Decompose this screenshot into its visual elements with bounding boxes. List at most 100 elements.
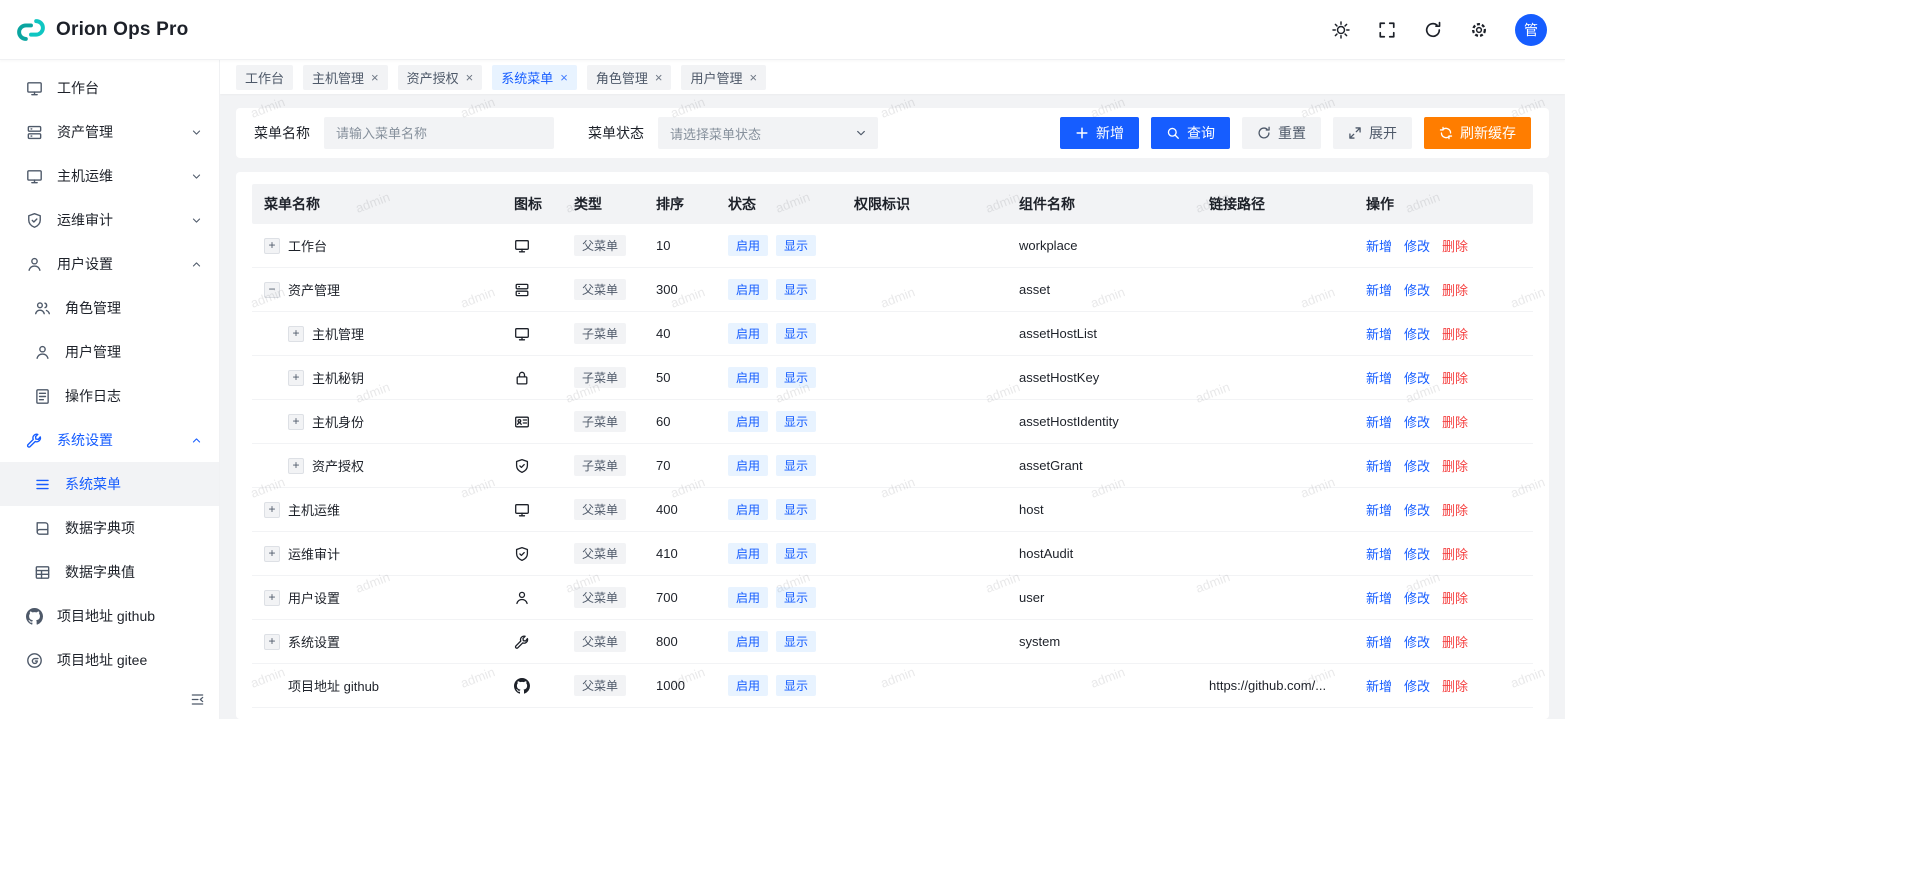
expand-row-toggle[interactable]: + (288, 326, 304, 342)
row-action-edit[interactable]: 修改 (1404, 280, 1430, 299)
refresh-cache-button[interactable]: 刷新缓存 (1424, 117, 1531, 149)
expand-row-toggle[interactable]: + (288, 414, 304, 430)
row-action-delete[interactable]: 删除 (1442, 632, 1468, 651)
row-action-edit[interactable]: 修改 (1404, 588, 1430, 607)
row-action-add[interactable]: 新增 (1366, 456, 1392, 475)
row-action-delete[interactable]: 删除 (1442, 412, 1468, 431)
menu-status-select[interactable]: 请选择菜单状态 (658, 117, 878, 149)
type-badge: 父菜单 (574, 631, 626, 652)
status-badge: 显示 (776, 323, 816, 344)
monitor-icon (514, 502, 530, 518)
row-action-edit[interactable]: 修改 (1404, 500, 1430, 519)
row-action-delete[interactable]: 删除 (1442, 368, 1468, 387)
sort-cell: 10 (644, 238, 716, 253)
row-action-edit[interactable]: 修改 (1404, 456, 1430, 475)
close-icon[interactable]: × (749, 71, 757, 84)
expand-row-toggle[interactable]: + (264, 238, 280, 254)
expand-row-toggle[interactable]: + (264, 590, 280, 606)
sidebar-item[interactable]: 用户管理 (0, 330, 219, 374)
row-action-edit[interactable]: 修改 (1404, 236, 1430, 255)
expand-row-toggle[interactable]: + (264, 546, 280, 562)
sidebar-item[interactable]: 运维审计 (0, 198, 219, 242)
reload-icon[interactable] (1423, 20, 1443, 40)
row-action-edit[interactable]: 修改 (1404, 324, 1430, 343)
close-icon[interactable]: × (371, 71, 379, 84)
sidebar-item[interactable]: 资产管理 (0, 110, 219, 154)
row-action-delete[interactable]: 删除 (1442, 324, 1468, 343)
row-action-add[interactable]: 新增 (1366, 324, 1392, 343)
tab-item[interactable]: 工作台 (236, 65, 293, 90)
table-row: +系统设置父菜单800启用显示system新增修改删除 (252, 620, 1533, 664)
collapse-sidebar-icon[interactable] (0, 679, 219, 719)
add-button-label: 新增 (1096, 123, 1124, 143)
row-action-add[interactable]: 新增 (1366, 588, 1392, 607)
sidebar-item[interactable]: 操作日志 (0, 374, 219, 418)
component-cell: user (1007, 590, 1197, 605)
main-content: 工作台主机管理×资产授权×系统菜单×角色管理×用户管理× 菜单名称 菜单状态 请… (220, 60, 1565, 719)
search-button[interactable]: 查询 (1151, 117, 1230, 149)
row-action-delete[interactable]: 删除 (1442, 676, 1468, 695)
row-action-delete[interactable]: 删除 (1442, 500, 1468, 519)
sidebar-item[interactable]: 数据字典值 (0, 550, 219, 594)
row-action-edit[interactable]: 修改 (1404, 368, 1430, 387)
status-badge: 显示 (776, 455, 816, 476)
row-action-delete[interactable]: 删除 (1442, 544, 1468, 563)
row-action-add[interactable]: 新增 (1366, 632, 1392, 651)
reset-button[interactable]: 重置 (1242, 117, 1321, 149)
add-button[interactable]: 新增 (1060, 117, 1139, 149)
collapse-row-toggle[interactable]: − (264, 282, 280, 298)
sidebar-item-label: 项目地址 gitee (57, 650, 203, 670)
table-row: +资产授权子菜单70启用显示assetGrant新增修改删除 (252, 444, 1533, 488)
expand-row-toggle[interactable]: + (264, 502, 280, 518)
row-action-delete[interactable]: 删除 (1442, 280, 1468, 299)
sort-cell: 800 (644, 634, 716, 649)
sidebar-item[interactable]: 用户设置 (0, 242, 219, 286)
close-icon[interactable]: × (655, 71, 663, 84)
fullscreen-icon[interactable] (1377, 20, 1397, 40)
row-action-edit[interactable]: 修改 (1404, 676, 1430, 695)
row-action-delete[interactable]: 删除 (1442, 456, 1468, 475)
row-action-add[interactable]: 新增 (1366, 412, 1392, 431)
expand-row-toggle[interactable]: + (288, 458, 304, 474)
sidebar-item[interactable]: 系统菜单 (0, 462, 219, 506)
close-icon[interactable]: × (466, 71, 474, 84)
settings-icon[interactable] (1469, 20, 1489, 40)
sidebar-item[interactable]: 数据字典项 (0, 506, 219, 550)
menu-name-text: 主机管理 (312, 324, 364, 343)
menu-name-input[interactable] (324, 117, 554, 149)
sidebar-item[interactable]: 角色管理 (0, 286, 219, 330)
expand-button[interactable]: 展开 (1333, 117, 1412, 149)
sidebar-item[interactable]: 工作台 (0, 66, 219, 110)
row-action-add[interactable]: 新增 (1366, 544, 1392, 563)
row-actions-cell: 新增修改删除 (1354, 236, 1533, 255)
tab-item[interactable]: 用户管理× (681, 65, 766, 90)
row-action-add[interactable]: 新增 (1366, 368, 1392, 387)
sidebar-item[interactable]: 项目地址 github (0, 594, 219, 638)
row-action-add[interactable]: 新增 (1366, 500, 1392, 519)
sidebar-item[interactable]: 主机运维 (0, 154, 219, 198)
row-action-add[interactable]: 新增 (1366, 676, 1392, 695)
row-action-edit[interactable]: 修改 (1404, 544, 1430, 563)
sidebar-item[interactable]: 项目地址 gitee (0, 638, 219, 679)
person-icon (34, 344, 51, 361)
row-action-add[interactable]: 新增 (1366, 236, 1392, 255)
table-header-row: 菜单名称图标类型排序状态权限标识组件名称链接路径操作 (252, 184, 1533, 224)
theme-toggle-icon[interactable] (1331, 20, 1351, 40)
expand-row-toggle[interactable]: + (264, 634, 280, 650)
tab-item[interactable]: 主机管理× (303, 65, 388, 90)
row-action-edit[interactable]: 修改 (1404, 632, 1430, 651)
expand-row-toggle[interactable]: + (288, 370, 304, 386)
tab-item[interactable]: 角色管理× (587, 65, 672, 90)
menu-status-label: 菜单状态 (588, 123, 644, 143)
close-icon[interactable]: × (560, 71, 568, 84)
tab-item[interactable]: 资产授权× (398, 65, 483, 90)
status-cell: 启用显示 (716, 367, 842, 388)
user-avatar[interactable]: 管 (1515, 14, 1547, 46)
tab-item[interactable]: 系统菜单× (492, 65, 577, 90)
row-action-delete[interactable]: 删除 (1442, 588, 1468, 607)
row-action-delete[interactable]: 删除 (1442, 236, 1468, 255)
sidebar-item[interactable]: 系统设置 (0, 418, 219, 462)
row-action-add[interactable]: 新增 (1366, 280, 1392, 299)
table-row: −资产管理父菜单300启用显示asset新增修改删除 (252, 268, 1533, 312)
row-action-edit[interactable]: 修改 (1404, 412, 1430, 431)
